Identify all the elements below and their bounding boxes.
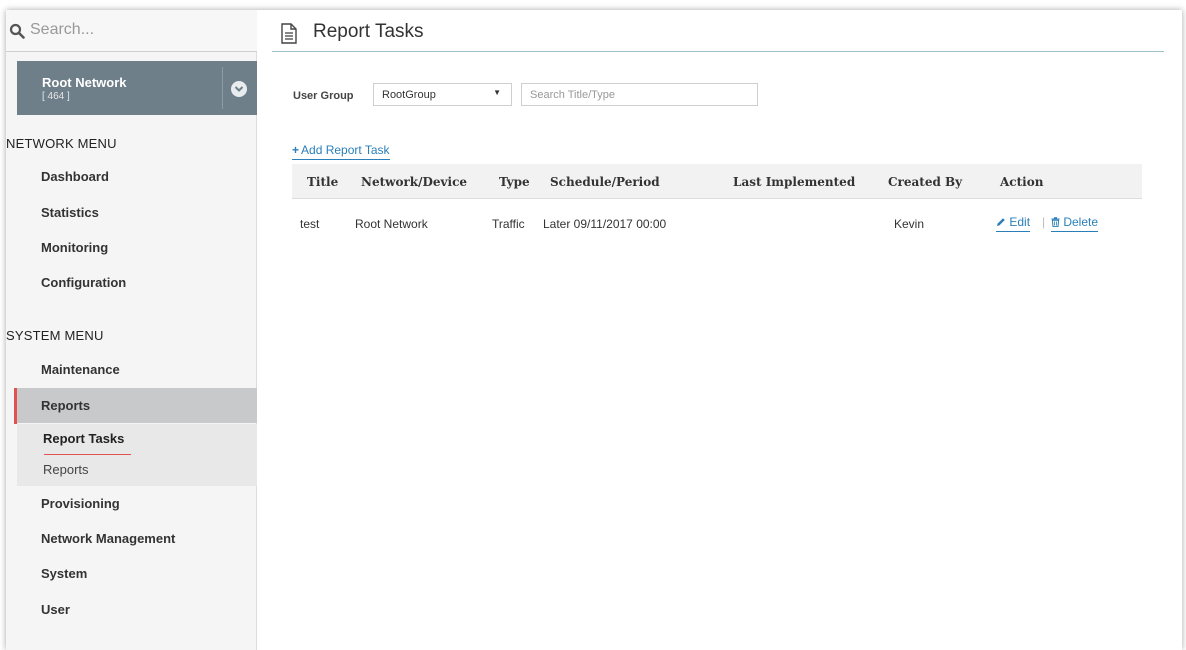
sidebar-item-dashboard[interactable]: Dashboard bbox=[17, 159, 257, 194]
user-group-select[interactable]: RootGroup ▼ bbox=[373, 83, 512, 106]
table-header-row: Title Network/Device Type Schedule/Perio… bbox=[292, 164, 1142, 199]
sidebar-item-label: User bbox=[41, 602, 70, 617]
column-header-network-device[interactable]: Network/Device bbox=[361, 175, 467, 189]
sidebar-item-label: Configuration bbox=[41, 275, 127, 290]
sidebar-item-statistics[interactable]: Statistics bbox=[17, 195, 257, 230]
edit-label: Edit bbox=[1009, 215, 1031, 229]
plus-icon: + bbox=[292, 143, 300, 157]
chevron-down-icon[interactable] bbox=[231, 81, 247, 97]
reports-submenu: Report Tasks Reports bbox=[17, 424, 257, 486]
network-menu-header: NETWORK MENU bbox=[6, 136, 117, 151]
search-title-type-input[interactable] bbox=[522, 84, 757, 105]
search-title-type-field[interactable] bbox=[521, 83, 758, 106]
sidebar-item-reports[interactable]: Reports bbox=[14, 388, 257, 424]
root-network-count: [ 464 ] bbox=[42, 91, 70, 102]
pencil-icon bbox=[997, 218, 1005, 226]
sidebar-search-placeholder: Search... bbox=[30, 21, 95, 38]
active-submenu-indicator bbox=[44, 454, 131, 455]
sidebar-item-monitoring[interactable]: Monitoring bbox=[17, 230, 257, 265]
page-title: Report Tasks bbox=[313, 21, 424, 42]
delete-label: Delete bbox=[1063, 215, 1099, 229]
cell-type: Traffic bbox=[492, 217, 525, 231]
sidebar: Search... Root Network [ 464 ] NETWORK M… bbox=[6, 10, 257, 650]
sidebar-item-label: Network Management bbox=[41, 531, 176, 546]
submenu-item-report-tasks[interactable]: Report Tasks bbox=[43, 431, 124, 446]
add-report-task-label: Add Report Task bbox=[301, 143, 390, 157]
cell-schedule-period: Later 09/11/2017 00:00 bbox=[543, 217, 667, 231]
edit-button[interactable]: Edit bbox=[996, 215, 1031, 232]
column-header-type[interactable]: Type bbox=[499, 175, 530, 189]
sidebar-item-configuration[interactable]: Configuration bbox=[17, 265, 257, 300]
user-group-value: RootGroup bbox=[382, 89, 436, 101]
cell-network-device: Root Network bbox=[355, 217, 428, 231]
sidebar-item-label: Provisioning bbox=[41, 496, 120, 511]
sidebar-item-label: Monitoring bbox=[41, 240, 109, 255]
column-header-last-implemented[interactable]: Last Implemented bbox=[733, 175, 855, 189]
sidebar-item-user[interactable]: User bbox=[17, 592, 257, 627]
cell-title: test bbox=[300, 217, 320, 231]
sidebar-item-label: Dashboard bbox=[41, 169, 109, 184]
root-network-selector[interactable]: Root Network [ 464 ] bbox=[17, 61, 257, 115]
delete-button[interactable]: Delete bbox=[1051, 215, 1099, 232]
document-icon bbox=[281, 23, 297, 44]
sidebar-item-maintenance[interactable]: Maintenance bbox=[17, 352, 257, 387]
trash-icon bbox=[1051, 217, 1060, 228]
add-report-task-link[interactable]: + Add Report Task bbox=[292, 143, 390, 160]
sidebar-item-provisioning[interactable]: Provisioning bbox=[17, 486, 257, 521]
sidebar-search[interactable]: Search... bbox=[6, 10, 257, 52]
cell-created-by: Kevin bbox=[894, 217, 925, 231]
column-header-schedule-period[interactable]: Schedule/Period bbox=[550, 175, 660, 189]
column-header-created-by[interactable]: Created By bbox=[888, 175, 962, 189]
column-header-action: Action bbox=[1000, 175, 1044, 189]
action-separator: | bbox=[1042, 215, 1046, 229]
sidebar-item-system[interactable]: System bbox=[17, 556, 257, 591]
dropdown-caret-icon: ▼ bbox=[493, 88, 501, 97]
app-window: Search... Root Network [ 464 ] NETWORK M… bbox=[6, 10, 1182, 650]
sidebar-item-label: Reports bbox=[41, 398, 91, 413]
system-menu-header: SYSTEM MENU bbox=[6, 328, 104, 343]
root-network-name: Root Network bbox=[42, 75, 127, 90]
column-header-title[interactable]: Title bbox=[307, 175, 338, 189]
sidebar-item-network-management[interactable]: Network Management bbox=[17, 521, 257, 556]
root-divider bbox=[222, 67, 223, 109]
search-icon bbox=[9, 23, 25, 39]
sidebar-item-label: Maintenance bbox=[41, 362, 120, 377]
sidebar-item-label: Statistics bbox=[41, 205, 99, 220]
sidebar-item-label: System bbox=[41, 566, 88, 581]
title-divider bbox=[272, 51, 1164, 52]
user-group-label: User Group bbox=[293, 90, 354, 102]
submenu-item-reports[interactable]: Reports bbox=[43, 462, 89, 477]
